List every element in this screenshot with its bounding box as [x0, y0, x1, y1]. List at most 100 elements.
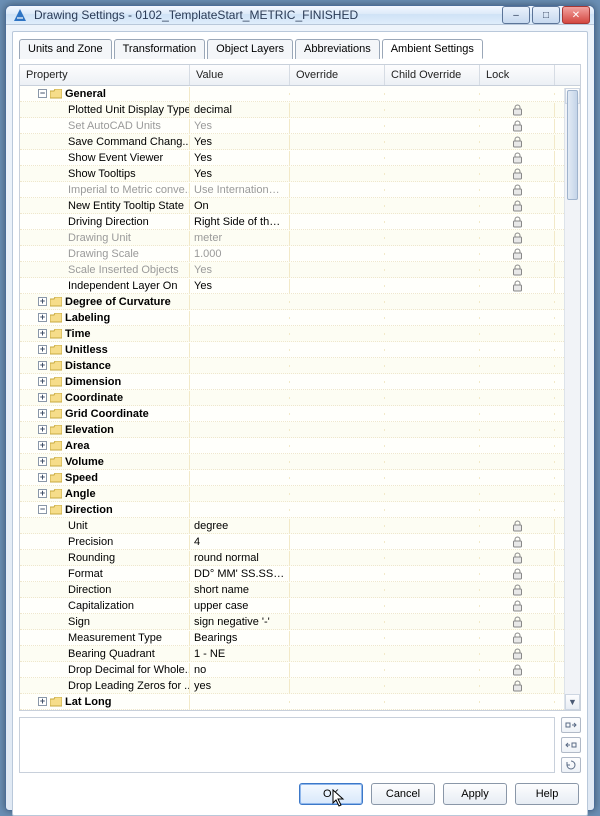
property-value[interactable]: meter	[190, 231, 290, 245]
lock-icon[interactable]	[480, 247, 555, 261]
lock-icon[interactable]	[480, 231, 555, 245]
property-value[interactable]: round normal	[190, 551, 290, 565]
expand-toggle[interactable]: +	[38, 329, 47, 338]
lock-icon[interactable]	[480, 567, 555, 581]
property-value[interactable]: 1.000	[190, 247, 290, 261]
group-general[interactable]: −General	[20, 86, 580, 102]
group-area[interactable]: +Area	[20, 438, 580, 454]
group-volume[interactable]: +Volume	[20, 454, 580, 470]
expand-toggle[interactable]: +	[38, 489, 47, 498]
property-value[interactable]: On	[190, 199, 290, 213]
expand-toggle[interactable]: −	[38, 89, 47, 98]
lock-icon[interactable]	[480, 167, 555, 181]
lock-icon[interactable]	[480, 599, 555, 613]
property-row[interactable]: Save Command Chang...Yes	[20, 134, 580, 150]
reset-button[interactable]	[561, 757, 581, 773]
property-value[interactable]: Yes	[190, 119, 290, 133]
group-distance[interactable]: +Distance	[20, 358, 580, 374]
group-speed[interactable]: +Speed	[20, 470, 580, 486]
group-degree of curvature[interactable]: +Degree of Curvature	[20, 294, 580, 310]
apply-button[interactable]: Apply	[443, 783, 507, 805]
property-value[interactable]: sign negative '-'	[190, 615, 290, 629]
group-grid coordinate[interactable]: +Grid Coordinate	[20, 406, 580, 422]
property-value[interactable]: degree	[190, 519, 290, 533]
property-row[interactable]: Drop Leading Zeros for ...yes	[20, 678, 580, 694]
lock-icon[interactable]	[480, 103, 555, 117]
expand-toggle[interactable]: +	[38, 697, 47, 706]
property-row[interactable]: Drawing Scale1.000	[20, 246, 580, 262]
property-value[interactable]: Right Side of the ...	[190, 215, 290, 229]
lock-icon[interactable]	[480, 615, 555, 629]
tab-ambient-settings[interactable]: Ambient Settings	[382, 39, 483, 59]
lock-icon[interactable]	[480, 663, 555, 677]
property-value[interactable]: Yes	[190, 263, 290, 277]
tab-transformation[interactable]: Transformation	[114, 39, 206, 59]
property-row[interactable]: Capitalizationupper case	[20, 598, 580, 614]
lock-icon[interactable]	[480, 215, 555, 229]
property-row[interactable]: Scale Inserted ObjectsYes	[20, 262, 580, 278]
property-value[interactable]: 1 - NE	[190, 647, 290, 661]
col-value[interactable]: Value	[190, 65, 290, 85]
expand-toggle[interactable]: +	[38, 409, 47, 418]
property-row[interactable]: Drop Decimal for Whole...no	[20, 662, 580, 678]
lock-icon[interactable]	[480, 519, 555, 533]
expand-toggle[interactable]: +	[38, 441, 47, 450]
expand-toggle[interactable]: +	[38, 473, 47, 482]
cancel-button[interactable]: Cancel	[371, 783, 435, 805]
expand-toggle[interactable]: +	[38, 425, 47, 434]
property-row[interactable]: Signsign negative '-'	[20, 614, 580, 630]
lock-icon[interactable]	[480, 535, 555, 549]
property-row[interactable]: Roundinground normal	[20, 550, 580, 566]
minimize-button[interactable]: –	[502, 6, 530, 24]
property-value[interactable]: Yes	[190, 279, 290, 293]
scroll-down[interactable]: ▼	[565, 694, 580, 710]
property-row[interactable]: Drawing Unitmeter	[20, 230, 580, 246]
expand-toggle[interactable]: +	[38, 313, 47, 322]
scrollbar[interactable]: ▲ ▼	[564, 88, 580, 710]
expand-toggle[interactable]: +	[38, 345, 47, 354]
tab-units-and-zone[interactable]: Units and Zone	[19, 39, 112, 59]
property-value[interactable]: Yes	[190, 167, 290, 181]
group-time[interactable]: +Time	[20, 326, 580, 342]
property-row[interactable]: Directionshort name	[20, 582, 580, 598]
property-row[interactable]: New Entity Tooltip StateOn	[20, 198, 580, 214]
property-row[interactable]: Precision4	[20, 534, 580, 550]
expand-toggle[interactable]: +	[38, 297, 47, 306]
property-row[interactable]: Set AutoCAD UnitsYes	[20, 118, 580, 134]
lock-icon[interactable]	[480, 583, 555, 597]
group-unitless[interactable]: +Unitless	[20, 342, 580, 358]
col-override[interactable]: Override	[290, 65, 385, 85]
expand-toggle[interactable]: +	[38, 361, 47, 370]
expand-toggle[interactable]: +	[38, 457, 47, 466]
property-value[interactable]: Yes	[190, 135, 290, 149]
expand-toggle[interactable]: +	[38, 393, 47, 402]
lock-icon[interactable]	[480, 279, 555, 293]
property-value[interactable]: short name	[190, 583, 290, 597]
property-row[interactable]: Unitdegree	[20, 518, 580, 534]
tab-object-layers[interactable]: Object Layers	[207, 39, 293, 59]
close-button[interactable]: ✕	[562, 6, 590, 24]
property-row[interactable]: Measurement TypeBearings	[20, 630, 580, 646]
lock-icon[interactable]	[480, 679, 555, 693]
lock-icon[interactable]	[480, 151, 555, 165]
property-value[interactable]: decimal	[190, 103, 290, 117]
lock-icon[interactable]	[480, 135, 555, 149]
group-lat-long[interactable]: +Lat Long	[20, 694, 580, 710]
property-value[interactable]: Use International...	[190, 183, 290, 197]
property-row[interactable]: Show TooltipsYes	[20, 166, 580, 182]
property-row[interactable]: Bearing Quadrant1 - NE	[20, 646, 580, 662]
property-value[interactable]: no	[190, 663, 290, 677]
property-value[interactable]: DD° MM' SS.SS"...	[190, 567, 290, 581]
tab-abbreviations[interactable]: Abbreviations	[295, 39, 380, 59]
property-row[interactable]: Driving DirectionRight Side of the ...	[20, 214, 580, 230]
select-parent-button[interactable]	[561, 717, 581, 733]
property-row[interactable]: Show Event ViewerYes	[20, 150, 580, 166]
group-elevation[interactable]: +Elevation	[20, 422, 580, 438]
maximize-button[interactable]: □	[532, 6, 560, 24]
group-coordinate[interactable]: +Coordinate	[20, 390, 580, 406]
property-row[interactable]: Independent Layer OnYes	[20, 278, 580, 294]
lock-icon[interactable]	[480, 119, 555, 133]
property-value[interactable]: Bearings	[190, 631, 290, 645]
lock-icon[interactable]	[480, 631, 555, 645]
property-value[interactable]: Yes	[190, 151, 290, 165]
